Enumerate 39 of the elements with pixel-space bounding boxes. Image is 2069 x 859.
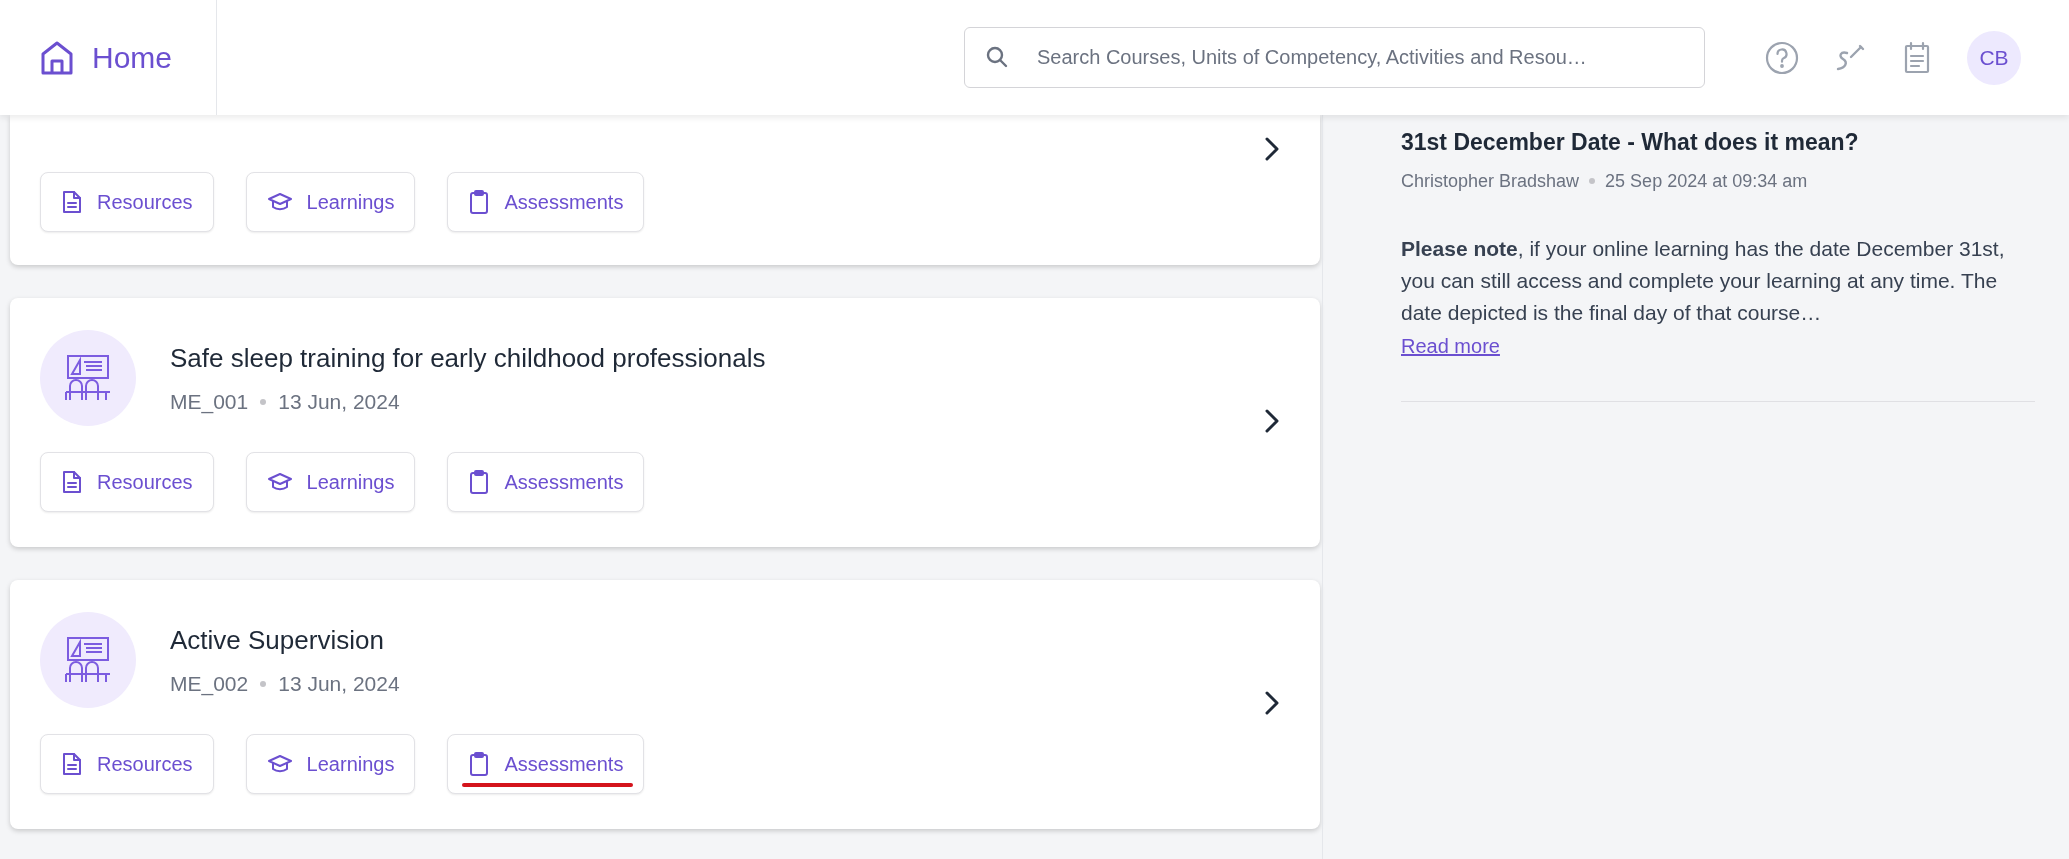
notice-author: Christopher Bradshaw [1401,169,1580,193]
clipboard-icon [468,751,491,777]
course-code: ME_001 [170,388,249,416]
course-code: ME_002 [170,670,249,698]
chevron-right-icon[interactable] [1264,408,1280,434]
classroom-icon [40,330,136,426]
chevron-right-icon[interactable] [1264,136,1280,162]
course-date: 13 Jun, 2024 [278,388,400,415]
graduation-cap-icon [266,753,293,775]
course-title: Active Supervision [170,623,385,657]
search-field[interactable]: Search Courses, Units of Competency, Activities and Resou… [964,27,1705,88]
avatar[interactable]: CB [1967,30,2021,85]
clipboard-icon [468,189,491,215]
resources-button[interactable]: Resources [40,452,214,512]
read-more-link[interactable]: Read more [1401,330,1500,361]
assessments-button[interactable]: Assessments [447,172,645,232]
graduation-cap-icon [266,191,293,213]
document-icon [61,470,83,494]
home-icon [40,39,74,76]
document-icon [61,190,83,214]
notice-text: Please note, if your online learning has the date December 31st, you can still access and complete your learning at any time. The date depicted is the final day of that course… [1401,235,2006,326]
clipboard-icon [468,469,491,495]
resources-button[interactable]: Resources [40,734,214,794]
learnings-button[interactable]: Learnings [245,452,416,512]
chevron-right-icon[interactable] [1264,690,1280,716]
assessments-button[interactable]: Assessments [447,734,645,794]
course-date: 13 Jun, 2024 [278,670,400,697]
graduation-cap-icon [266,471,293,493]
document-icon [61,752,83,776]
notice-title: 31st December Date - What does it mean? [1401,128,1860,157]
search-icon [986,46,1008,68]
course-title: Safe sleep training for early childhood professionals [170,341,766,375]
learnings-button[interactable]: Learnings [245,734,416,794]
notice-date: 25 Sep 2024 at 09:34 am [1605,169,1808,193]
home-link[interactable]: Home [40,35,173,80]
assessments-button[interactable]: Assessments [447,452,645,512]
resources-button[interactable]: Resources [40,172,214,232]
classroom-icon [40,612,136,708]
learnings-button[interactable]: Learnings [245,172,416,232]
